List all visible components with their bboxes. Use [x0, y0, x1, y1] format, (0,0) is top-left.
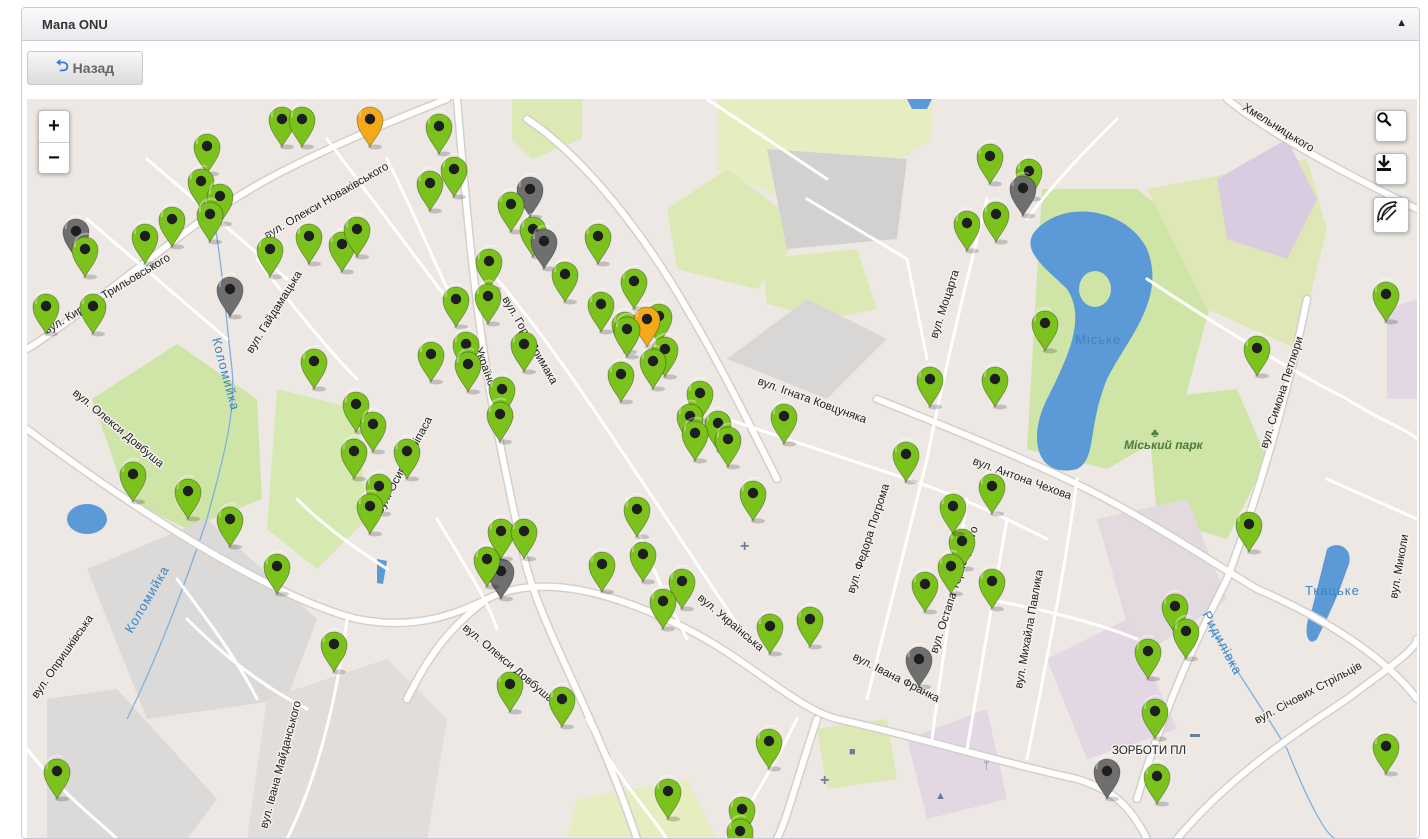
map-tiles[interactable]: + + ■ ᛘ ▲ ▬ ♣ вул. Олекси Новаківськогов… — [27, 99, 1417, 839]
onu-marker-online[interactable] — [357, 491, 383, 537]
street-label: вул. Федора Погрома — [845, 482, 892, 595]
onu-marker-online[interactable] — [455, 349, 481, 395]
onu-marker-online[interactable] — [321, 629, 347, 675]
svg-text:■: ■ — [849, 746, 856, 758]
onu-marker-online[interactable] — [497, 669, 523, 715]
onu-marker-online[interactable] — [977, 141, 1003, 187]
street-label: Міське — [1075, 332, 1121, 347]
svg-text:ᛘ: ᛘ — [983, 760, 990, 772]
onu-marker-online[interactable] — [982, 364, 1008, 410]
onu-marker-online[interactable] — [912, 569, 938, 615]
onu-marker-online[interactable] — [797, 604, 823, 650]
search-icon — [1376, 111, 1392, 127]
onu-marker-online[interactable] — [301, 346, 327, 392]
onu-marker-online[interactable] — [417, 168, 443, 214]
onu-marker-online[interactable] — [197, 199, 223, 245]
onu-marker-online[interactable] — [426, 111, 452, 157]
onu-marker-online[interactable] — [418, 339, 444, 385]
onu-marker-online[interactable] — [589, 549, 615, 595]
onu-marker-online[interactable] — [608, 359, 634, 405]
onu-marker-online[interactable] — [72, 234, 98, 280]
svg-text:▬: ▬ — [1190, 729, 1200, 740]
onu-marker-online[interactable] — [443, 284, 469, 330]
onu-marker-online[interactable] — [511, 329, 537, 375]
download-icon — [1376, 154, 1392, 172]
onu-marker-online[interactable] — [983, 199, 1009, 245]
panel-header: Мапа ONU ▲ — [22, 8, 1419, 41]
onu-marker-online[interactable] — [487, 399, 513, 445]
draw-shape-icon — [1374, 198, 1400, 224]
onu-marker-online[interactable] — [588, 289, 614, 335]
zoom-control: + − — [38, 110, 70, 174]
map-draw-button[interactable] — [1373, 197, 1409, 233]
svg-text:▲: ▲ — [935, 790, 946, 802]
onu-marker-online[interactable] — [296, 221, 322, 267]
back-button[interactable]: ⮌ Назад — [27, 51, 143, 85]
panel-title: Мапа ONU — [42, 17, 108, 32]
onu-marker-online[interactable] — [552, 259, 578, 305]
onu-marker-online[interactable] — [640, 346, 666, 392]
street-label: вул. Опришківська — [30, 613, 97, 701]
onu-marker-online[interactable] — [80, 291, 106, 337]
onu-marker-online[interactable] — [740, 478, 766, 524]
onu-marker-online[interactable] — [630, 539, 656, 585]
street-label: вул. Миколи — [1388, 534, 1411, 600]
onu-marker-online[interactable] — [624, 494, 650, 540]
street-label: Ридилівка — [1199, 608, 1245, 677]
onu-marker-online[interactable] — [682, 418, 708, 464]
street-label: вул. Українська — [695, 592, 766, 654]
street-label: вул. Моцарта — [928, 268, 962, 340]
onu-marker-online[interactable] — [1144, 761, 1170, 807]
street-label: Міський парк — [1124, 438, 1204, 452]
map-export-button[interactable] — [1375, 153, 1407, 185]
onu-marker-online[interactable] — [715, 424, 741, 470]
street-label: вул. Михайла Павлика — [1013, 568, 1046, 689]
street-label: ЗОРБОТИ ПЛ — [1112, 745, 1186, 757]
collapse-icon[interactable]: ▲ — [1396, 17, 1407, 29]
onu-marker-online[interactable] — [979, 566, 1005, 612]
map-canvas[interactable]: + + ■ ᛘ ▲ ▬ ♣ вул. Олекси Новаківськогов… — [27, 99, 1417, 839]
onu-marker-offline[interactable] — [217, 274, 243, 320]
onu-marker-offline[interactable] — [531, 226, 557, 272]
back-button-label: Назад — [73, 60, 115, 76]
onu-marker-warning[interactable] — [357, 104, 383, 150]
onu-marker-online[interactable] — [756, 726, 782, 772]
svg-text:+: + — [740, 538, 749, 555]
onu-marker-online[interactable] — [511, 516, 537, 562]
onu-marker-online[interactable] — [549, 684, 575, 730]
onu-marker-online[interactable] — [1244, 333, 1270, 379]
zoom-in-button[interactable]: + — [39, 111, 69, 143]
onu-marker-online[interactable] — [893, 439, 919, 485]
svg-text:+: + — [820, 772, 829, 789]
zoom-out-button[interactable]: − — [39, 143, 69, 174]
onu-marker-online[interactable] — [159, 204, 185, 250]
onu-marker-online[interactable] — [1373, 731, 1399, 777]
toolbar: ⮌ Назад — [22, 41, 1419, 97]
street-label: Ткацьке — [1305, 583, 1360, 598]
onu-marker-online[interactable] — [289, 104, 315, 150]
undo-arrow-icon: ⮌ — [56, 55, 69, 82]
onu-marker-online[interactable] — [585, 221, 611, 267]
map-search-button[interactable] — [1375, 110, 1407, 142]
onu-map-panel: Мапа ONU ▲ ⮌ Назад — [21, 7, 1420, 839]
